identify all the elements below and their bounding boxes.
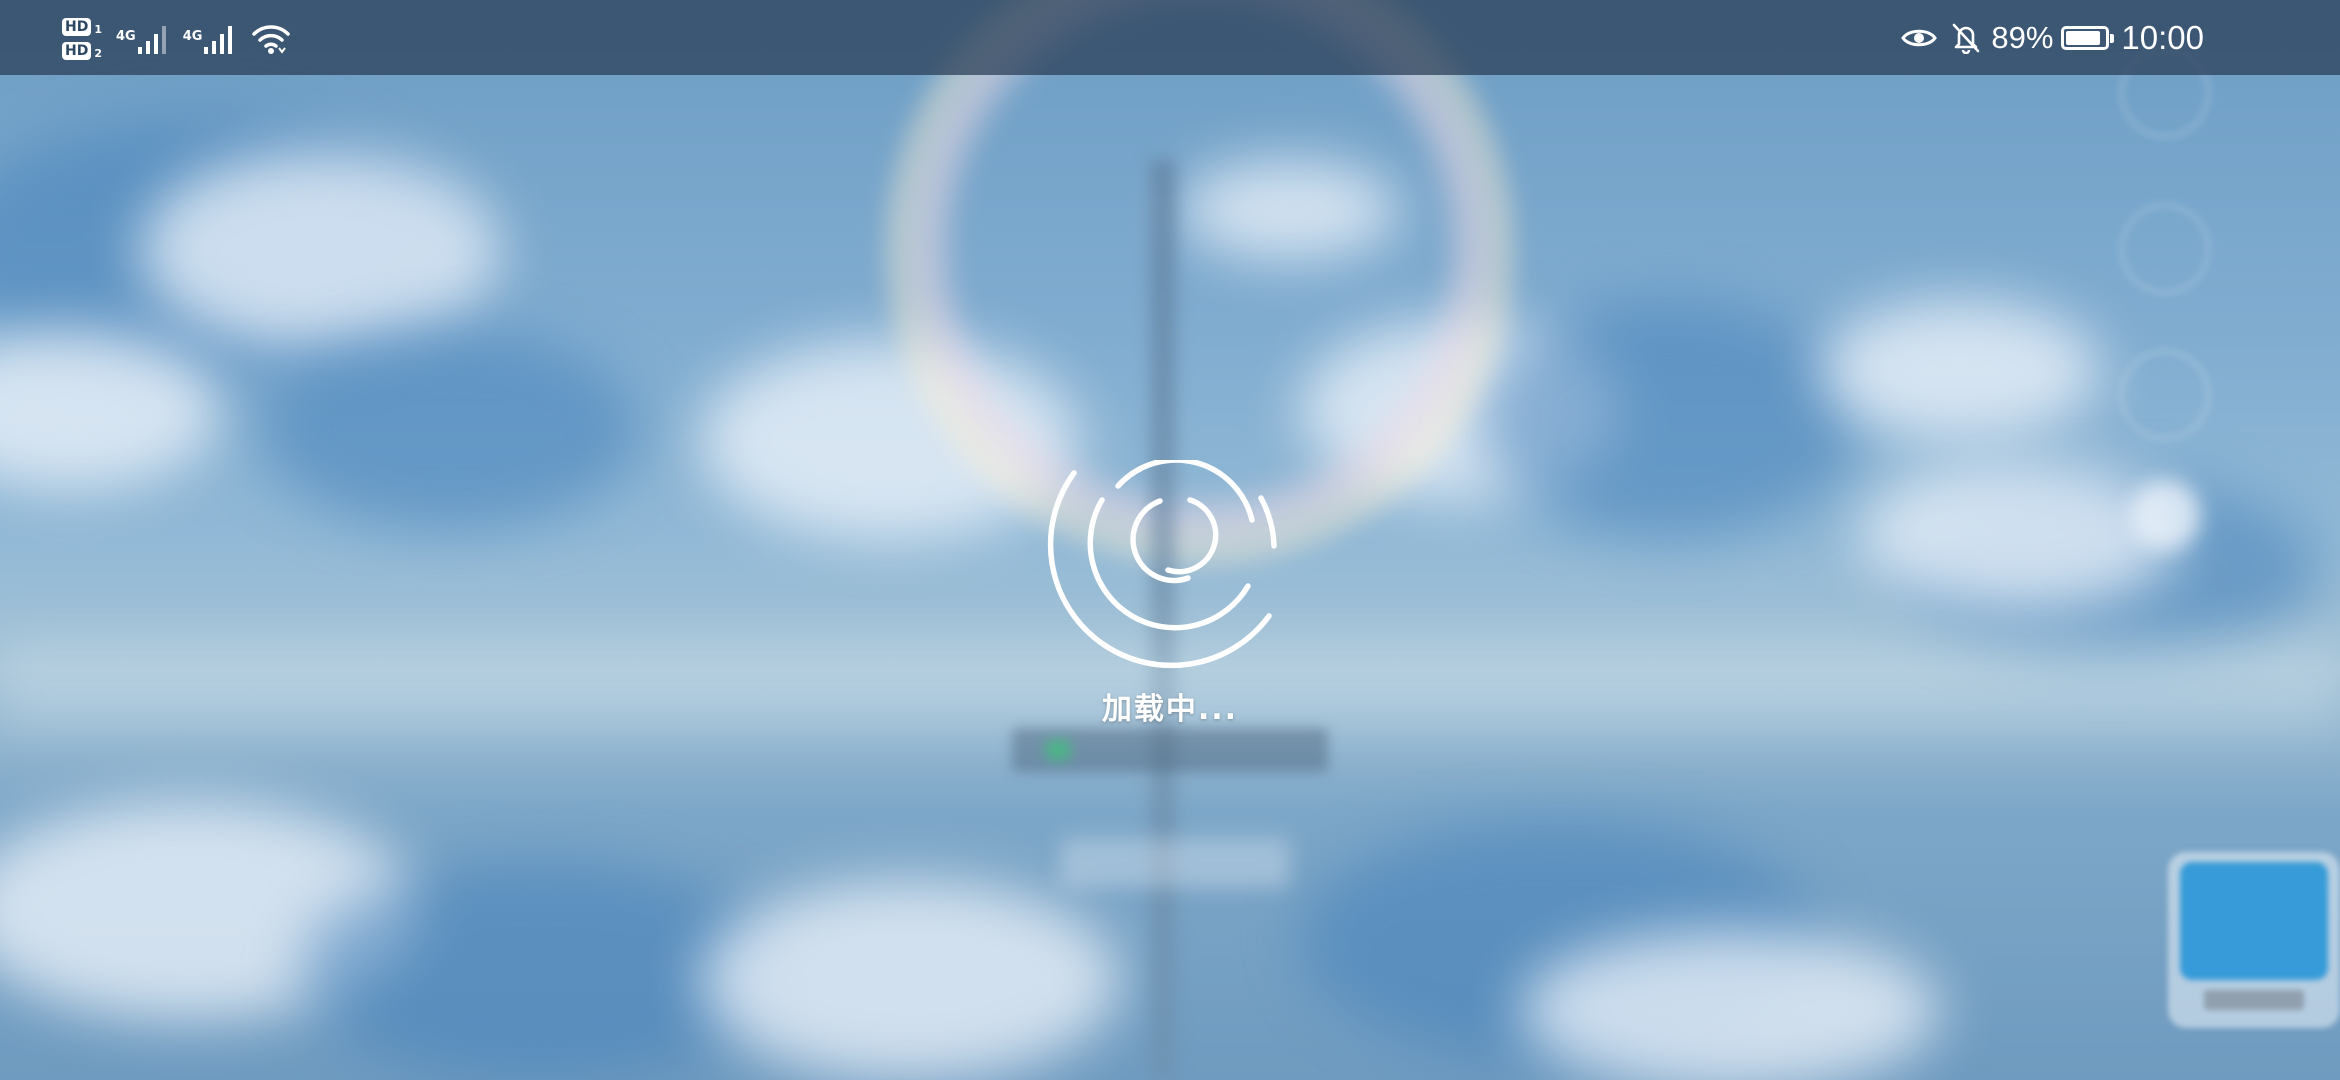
wifi-icon [252,25,291,54]
sim1-hd-indicator: HD 1 [62,18,102,36]
status-bar-clock: 10:00 [2121,18,2204,56]
blurred-side-button [2120,204,2210,294]
loading-spinner-icon [1047,460,1277,669]
hd-icon: HD [62,42,92,60]
battery-icon [2061,25,2115,50]
mute-bell-icon [1951,22,1981,54]
status-bar-right: 89% 10:00 [1901,0,2204,75]
blurred-corner-card [2168,852,2340,1028]
blurred-progress-bar [1012,728,1328,772]
eye-comfort-icon [1901,26,1938,50]
loading-text: 加载中... [1101,692,1239,727]
sim2-hd-indicator: HD 2 [62,42,102,60]
cellular-signal-icon [204,26,233,54]
battery-percentage: 89% [1991,19,2054,55]
cellular-signal-sim2: 4G [183,23,238,55]
blurred-side-button [2120,350,2210,440]
volte-hd-indicators: HD 1 HD 2 [62,18,102,60]
blurred-caption [1060,838,1290,888]
status-bar: HD 1 HD 2 4G 4G 89% 10:00 [0,0,2340,75]
cellular-signal-icon [137,26,166,54]
status-bar-left: HD 1 HD 2 4G 4G [62,10,291,68]
hd-icon: HD [62,18,92,36]
battery-level-fill [2066,30,2101,45]
cellular-signal-sim1: 4G [116,23,171,55]
